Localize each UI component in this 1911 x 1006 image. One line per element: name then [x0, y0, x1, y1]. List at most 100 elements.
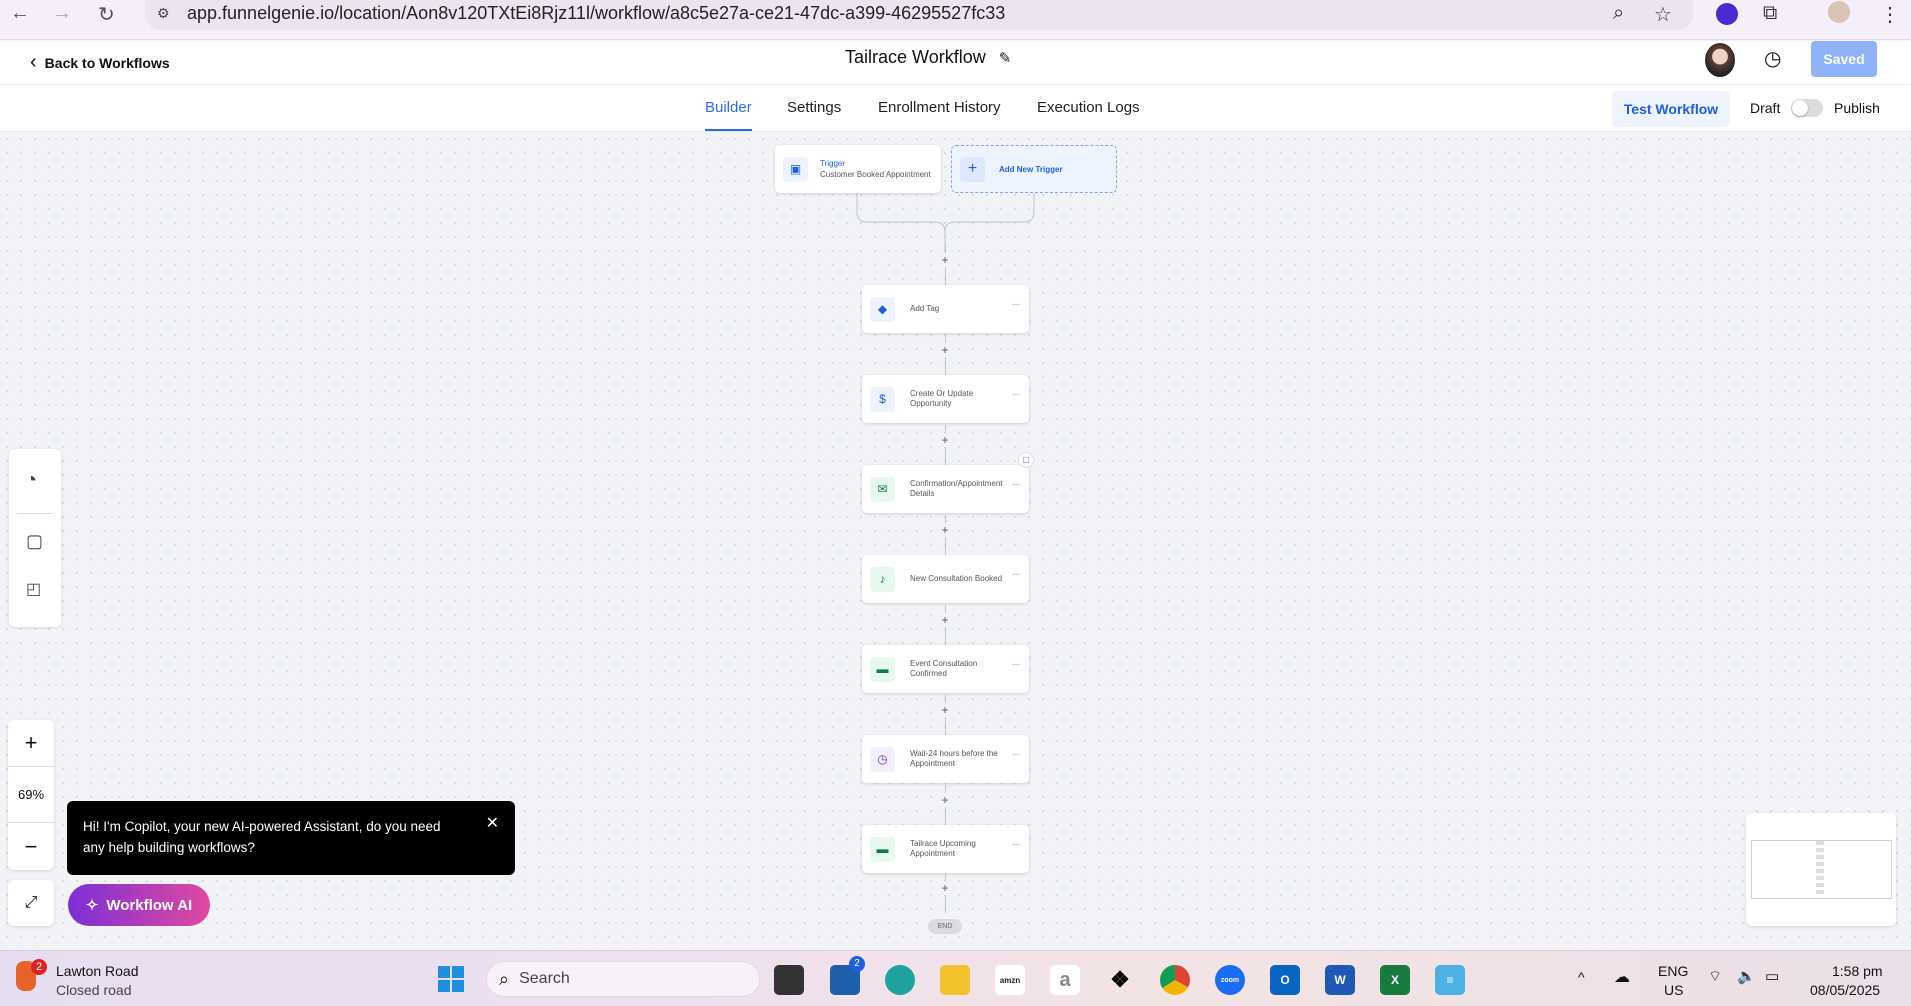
- user-avatar[interactable]: [1705, 43, 1735, 77]
- wifi-icon[interactable]: ⌔: [1708, 967, 1722, 986]
- publish-toggle[interactable]: [1791, 99, 1823, 117]
- add-step-button[interactable]: +: [939, 613, 951, 627]
- more-options-icon[interactable]: ···: [1012, 479, 1020, 490]
- zoom-icon[interactable]: ⌕: [1613, 2, 1624, 25]
- add-step-button[interactable]: +: [939, 253, 951, 267]
- back-arrow-icon[interactable]: ←: [10, 2, 30, 25]
- chrome-icon[interactable]: [1160, 965, 1190, 995]
- edge-icon[interactable]: [885, 965, 915, 995]
- file-explorer-icon[interactable]: [940, 965, 970, 995]
- workflow-ai-button[interactable]: ✧ Workflow AI: [68, 884, 210, 926]
- email-icon: ✉: [870, 476, 895, 502]
- task-view-icon[interactable]: [774, 965, 804, 995]
- url-text: app.funnelgenie.io/location/Aon8v120TXtE…: [187, 3, 1006, 23]
- more-options-icon[interactable]: ···: [1012, 389, 1020, 400]
- dropbox-icon[interactable]: ❖: [1105, 965, 1135, 995]
- notepad-icon[interactable]: ≡: [1435, 965, 1465, 995]
- step-card[interactable]: ▬ Event Consultation Confirmed ···: [862, 645, 1029, 693]
- plus-icon: +: [960, 156, 985, 182]
- profile-avatar[interactable]: [1828, 1, 1850, 23]
- step-card[interactable]: $ Create Or Update Opportunity ···: [862, 375, 1029, 423]
- tab-settings[interactable]: Settings: [787, 99, 841, 116]
- chevron-left-icon: ‹: [30, 51, 37, 73]
- fit-view-button[interactable]: ⤢: [8, 880, 54, 926]
- dollar-icon: $: [870, 386, 895, 412]
- add-step-button[interactable]: +: [939, 703, 951, 717]
- outlook-icon[interactable]: O: [1270, 965, 1300, 995]
- more-options-icon[interactable]: ···: [1012, 839, 1020, 850]
- tab-enrollment-history[interactable]: Enrollment History: [878, 99, 1001, 116]
- tab-builder[interactable]: Builder: [705, 99, 752, 131]
- weather-subtitle: Closed road: [56, 982, 132, 998]
- history-icon[interactable]: ◷: [1764, 46, 1781, 71]
- add-new-trigger-button[interactable]: + Add New Trigger: [951, 145, 1117, 193]
- trigger-title: Trigger: [820, 159, 846, 168]
- add-step-button[interactable]: +: [939, 433, 951, 447]
- store-badge: 2: [849, 956, 865, 972]
- browser-toolbar: ← → ↻ ⚙ app.funnelgenie.io/location/Aon8…: [0, 0, 1911, 40]
- onedrive-icon[interactable]: ☁: [1614, 967, 1630, 987]
- step-label: Wait-24 hours before the Appointment: [910, 749, 998, 768]
- add-step-button[interactable]: +: [939, 523, 951, 537]
- amazon-icon[interactable]: amzn: [995, 965, 1025, 995]
- reload-icon[interactable]: ↻: [98, 2, 115, 27]
- bookmark-star-icon[interactable]: ☆: [1654, 2, 1672, 27]
- more-options-icon[interactable]: ···: [1012, 299, 1020, 310]
- publish-label: Publish: [1834, 100, 1880, 116]
- test-workflow-button[interactable]: Test Workflow: [1612, 91, 1730, 127]
- zoom-out-button[interactable]: −: [8, 823, 54, 870]
- zoom-app-icon[interactable]: zoom: [1215, 965, 1245, 995]
- step-card[interactable]: ◷ Wait-24 hours before the Appointment ·…: [862, 735, 1029, 783]
- more-options-icon[interactable]: ···: [1012, 569, 1020, 580]
- add-step-button[interactable]: +: [939, 343, 951, 357]
- language-label[interactable]: ENG: [1658, 963, 1688, 979]
- extension-icon[interactable]: [1716, 3, 1738, 25]
- forward-arrow-icon[interactable]: →: [52, 2, 72, 25]
- add-step-button[interactable]: +: [939, 793, 951, 807]
- battery-icon[interactable]: ▭: [1765, 967, 1779, 985]
- extensions-puzzle-icon[interactable]: ⧉: [1763, 2, 1777, 25]
- close-icon[interactable]: ✕: [486, 813, 499, 834]
- sticky-note-icon[interactable]: ◰: [26, 579, 41, 599]
- region-label[interactable]: US: [1664, 982, 1683, 998]
- calendar-check-icon: ▣: [783, 156, 808, 182]
- minimap[interactable]: [1746, 813, 1896, 926]
- workflow-canvas[interactable]: ▣ Trigger Customer Booked Appointment + …: [0, 132, 1911, 950]
- step-label: Create Or Update Opportunity: [910, 389, 974, 408]
- menu-kebab-icon[interactable]: ⋮: [1880, 2, 1900, 27]
- step-card[interactable]: ♪ New Consultation Booked ···: [862, 555, 1029, 603]
- amazon-app-icon[interactable]: a: [1050, 965, 1080, 995]
- clock-date[interactable]: 08/05/2025: [1810, 982, 1880, 998]
- step-label: Add Tag: [910, 304, 940, 313]
- add-step-button[interactable]: +: [939, 881, 951, 895]
- back-to-workflows-link[interactable]: ‹ Back to Workflows: [30, 51, 170, 74]
- more-options-icon[interactable]: ···: [1012, 659, 1020, 670]
- site-info-icon[interactable]: ⚙: [157, 0, 170, 26]
- volume-icon[interactable]: 🔈: [1737, 967, 1756, 985]
- trigger-card[interactable]: ▣ Trigger Customer Booked Appointment: [775, 145, 941, 193]
- tab-execution-logs[interactable]: Execution Logs: [1037, 99, 1140, 116]
- zoom-in-button[interactable]: +: [8, 720, 54, 767]
- stats-pie-icon[interactable]: ◔: [25, 469, 37, 492]
- step-card[interactable]: ✉ Confirmation/Appointment Details ···: [862, 465, 1029, 513]
- step-card[interactable]: ◆ Add Tag ···: [862, 285, 1029, 333]
- copilot-message: Hi! I'm Copilot, your new AI-powered Ass…: [83, 819, 441, 855]
- clock-time[interactable]: 1:58 pm: [1832, 963, 1883, 979]
- back-label: Back to Workflows: [44, 54, 170, 71]
- zoom-level: 69%: [8, 767, 54, 823]
- start-button[interactable]: [438, 966, 464, 992]
- edit-pencil-icon[interactable]: ✎: [999, 50, 1012, 67]
- saved-button[interactable]: Saved: [1811, 41, 1877, 77]
- more-options-icon[interactable]: ···: [1012, 749, 1020, 760]
- weather-badge: 2: [31, 959, 47, 975]
- trigger-connector: [856, 192, 1035, 252]
- address-bar[interactable]: ⚙ app.funnelgenie.io/location/Aon8v120TX…: [145, 0, 1693, 30]
- taskbar-search[interactable]: ⌕ Search: [486, 961, 760, 997]
- comment-icon[interactable]: ▢: [26, 531, 43, 552]
- word-icon[interactable]: W: [1325, 965, 1355, 995]
- step-label: Event Consultation Confirmed: [910, 659, 978, 678]
- step-card[interactable]: ▬ Tailrace Upcoming Appointment ···: [862, 825, 1029, 873]
- comment-bubble-icon[interactable]: ▢: [1018, 452, 1034, 468]
- chevron-up-icon[interactable]: ^: [1578, 969, 1585, 985]
- excel-icon[interactable]: X: [1380, 965, 1410, 995]
